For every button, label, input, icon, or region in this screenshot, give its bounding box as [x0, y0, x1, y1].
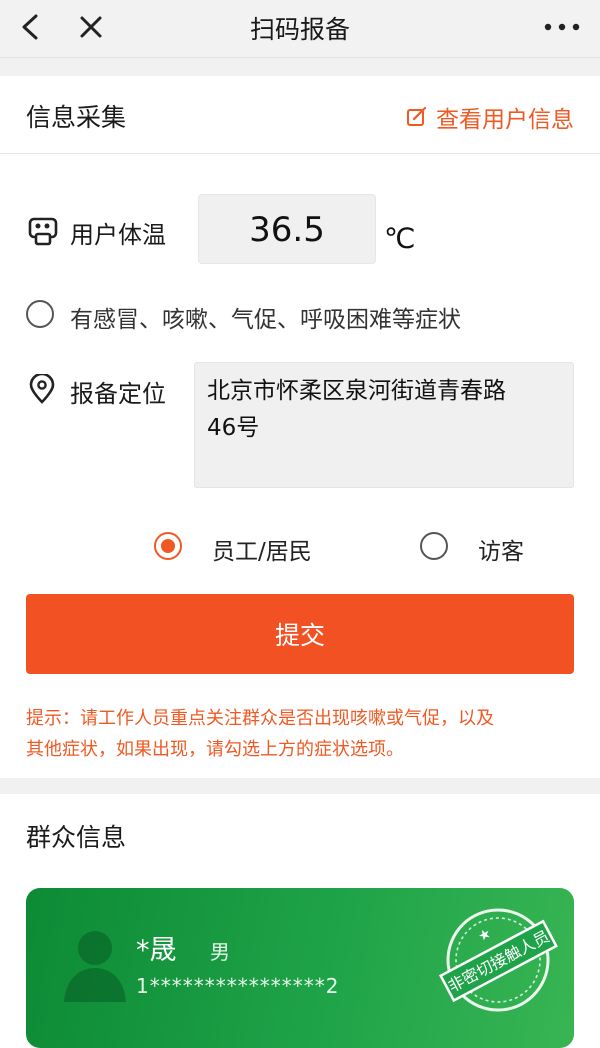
thermometer-card-icon: [28, 217, 58, 246]
role-label-resident: 员工/居民: [212, 539, 312, 565]
tip-line-1: 提示：请工作人员重点关注群众是否出现咳嗽或气促，以及: [26, 708, 494, 729]
view-user-info-link[interactable]: 查看用户信息: [406, 100, 574, 134]
symptom-radio[interactable]: [26, 300, 54, 328]
non-contact-stamp-icon: 非密切接触人员 ★: [438, 908, 558, 1012]
view-user-info-label: 查看用户信息: [436, 107, 574, 133]
edit-icon: [407, 106, 427, 126]
close-icon[interactable]: [76, 12, 106, 42]
info-section-header: 信息采集 查看用户信息: [0, 76, 600, 154]
role-label-visitor: 访客: [478, 539, 524, 565]
person-gender: 男: [210, 940, 230, 964]
role-option-visitor[interactable]: 访客: [420, 528, 560, 565]
symptom-option[interactable]: 有感冒、咳嗽、气促、呼吸困难等症状: [0, 292, 600, 342]
temperature-row: 用户体温 36.5 ℃: [0, 190, 600, 270]
role-radio-resident[interactable]: [154, 532, 182, 560]
more-dots-icon[interactable]: [542, 14, 582, 40]
symptom-label: 有感冒、咳嗽、气促、呼吸困难等症状: [70, 307, 461, 333]
temperature-label: 用户体温: [70, 221, 166, 249]
role-option-resident[interactable]: 员工/居民: [154, 528, 334, 565]
avatar-icon: [64, 931, 126, 1002]
tip-line-2: 其他症状，如果出现，请勾选上方的症状选项。: [26, 739, 404, 760]
location-line-1: 北京市怀柔区泉河街道青春路: [207, 378, 506, 404]
submit-button[interactable]: 提交: [26, 594, 574, 674]
location-field[interactable]: 北京市怀柔区泉河街道青春路 46号: [194, 362, 574, 488]
person-name: *晟: [136, 935, 177, 966]
section-title: 信息采集: [26, 103, 127, 132]
tip-text: 提示：请工作人员重点关注群众是否出现咳嗽或气促，以及 其他症状，如果出现，请勾选…: [26, 703, 576, 765]
stamp-text: 非密切接触人员: [445, 927, 553, 996]
person-health-card[interactable]: *晟 男 1****************2 非密切接触人员 ★: [26, 888, 574, 1048]
section-divider: [0, 58, 600, 76]
temperature-input[interactable]: 36.5: [198, 194, 376, 264]
crowd-section-title: 群众信息: [26, 823, 127, 852]
role-radio-visitor[interactable]: [420, 532, 448, 560]
temperature-unit: ℃: [384, 222, 416, 255]
section-divider: [0, 778, 600, 794]
role-selector: 员工/居民 访客: [0, 528, 600, 568]
person-id-number: 1****************2: [136, 974, 340, 998]
location-line-2: 46号: [207, 415, 260, 441]
svg-text:★: ★: [476, 925, 495, 945]
navigation-bar: 扫码报备: [0, 0, 600, 58]
location-label: 报备定位: [70, 380, 166, 408]
location-pin-icon: [29, 374, 55, 404]
chevron-left-icon[interactable]: [16, 12, 46, 42]
location-row: 报备定位 北京市怀柔区泉河街道青春路 46号: [0, 360, 600, 490]
